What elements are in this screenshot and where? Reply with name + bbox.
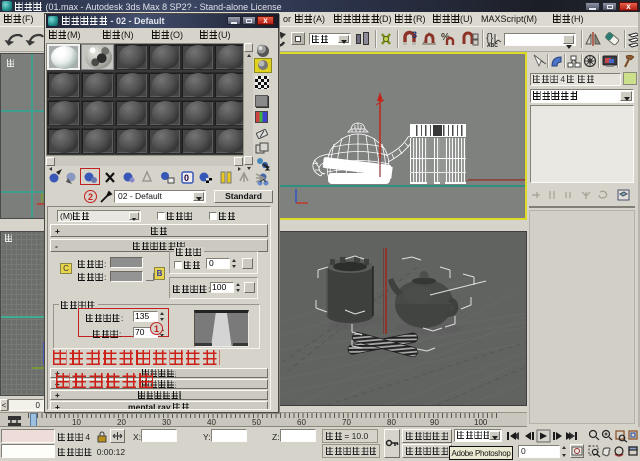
svg-text:3: 3	[412, 30, 417, 40]
svg-text:ABC: ABC	[487, 43, 498, 48]
svg-text:0: 0	[184, 173, 189, 183]
